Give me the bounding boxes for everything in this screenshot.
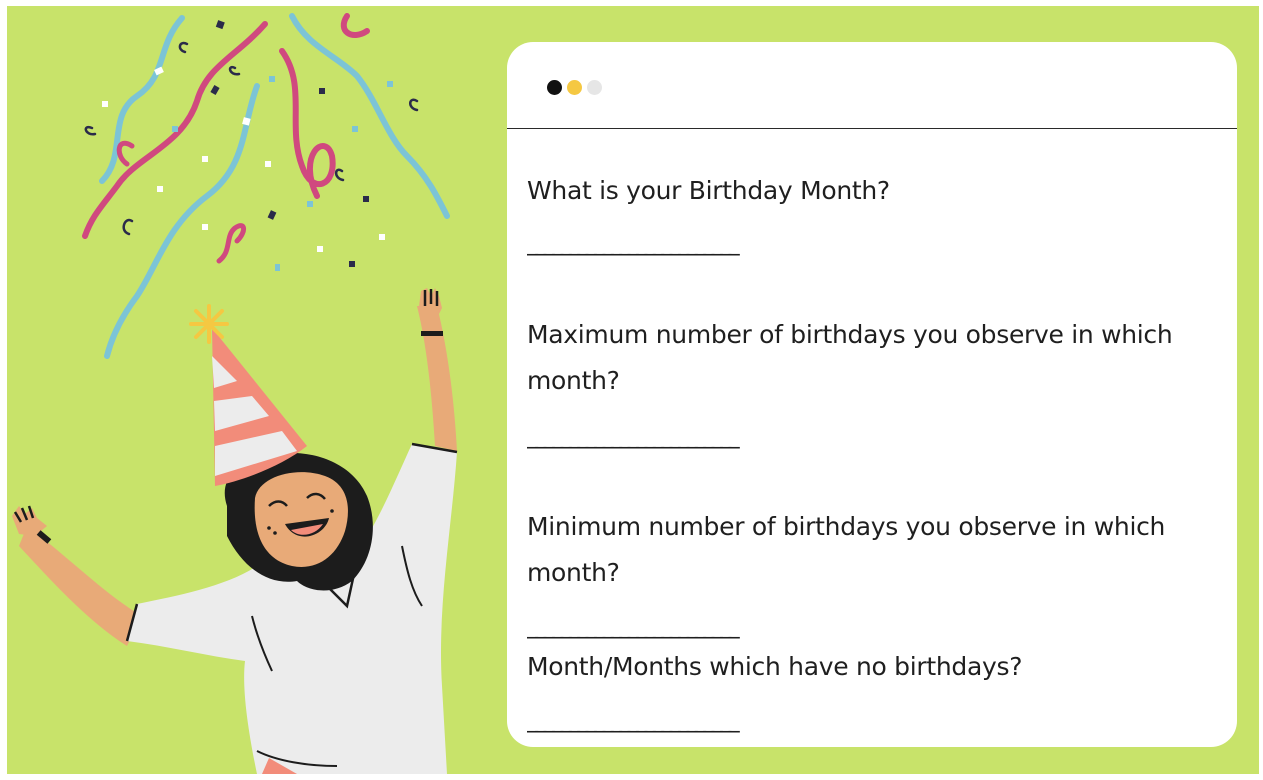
yellow-dot-icon (567, 80, 582, 95)
question-minimum-birthdays: Minimum number of birthdays you observe … (527, 512, 1166, 587)
question-birthday-month: What is your Birthday Month? (527, 176, 890, 205)
birthday-poster: What is your Birthday Month? ___________… (7, 6, 1259, 774)
card-header (507, 42, 1237, 129)
question-no-birthdays: Month/Months which have no birthdays? (527, 652, 1023, 681)
answer-blank-maximum-birthdays[interactable]: _________________________ (527, 425, 927, 449)
question-card: What is your Birthday Month? ___________… (507, 42, 1237, 747)
page-frame: What is your Birthday Month? ___________… (0, 0, 1263, 780)
answer-blank-no-birthdays[interactable]: _________________________ (527, 709, 927, 733)
answer-blank-minimum-birthdays[interactable]: _________________________ (527, 615, 927, 639)
question-maximum-birthdays: Maximum number of birthdays you observe … (527, 320, 1173, 395)
answer-blank-birthday-month[interactable]: _________________________ (527, 232, 927, 256)
black-dot-icon (547, 80, 562, 95)
grey-dot-icon (587, 80, 602, 95)
